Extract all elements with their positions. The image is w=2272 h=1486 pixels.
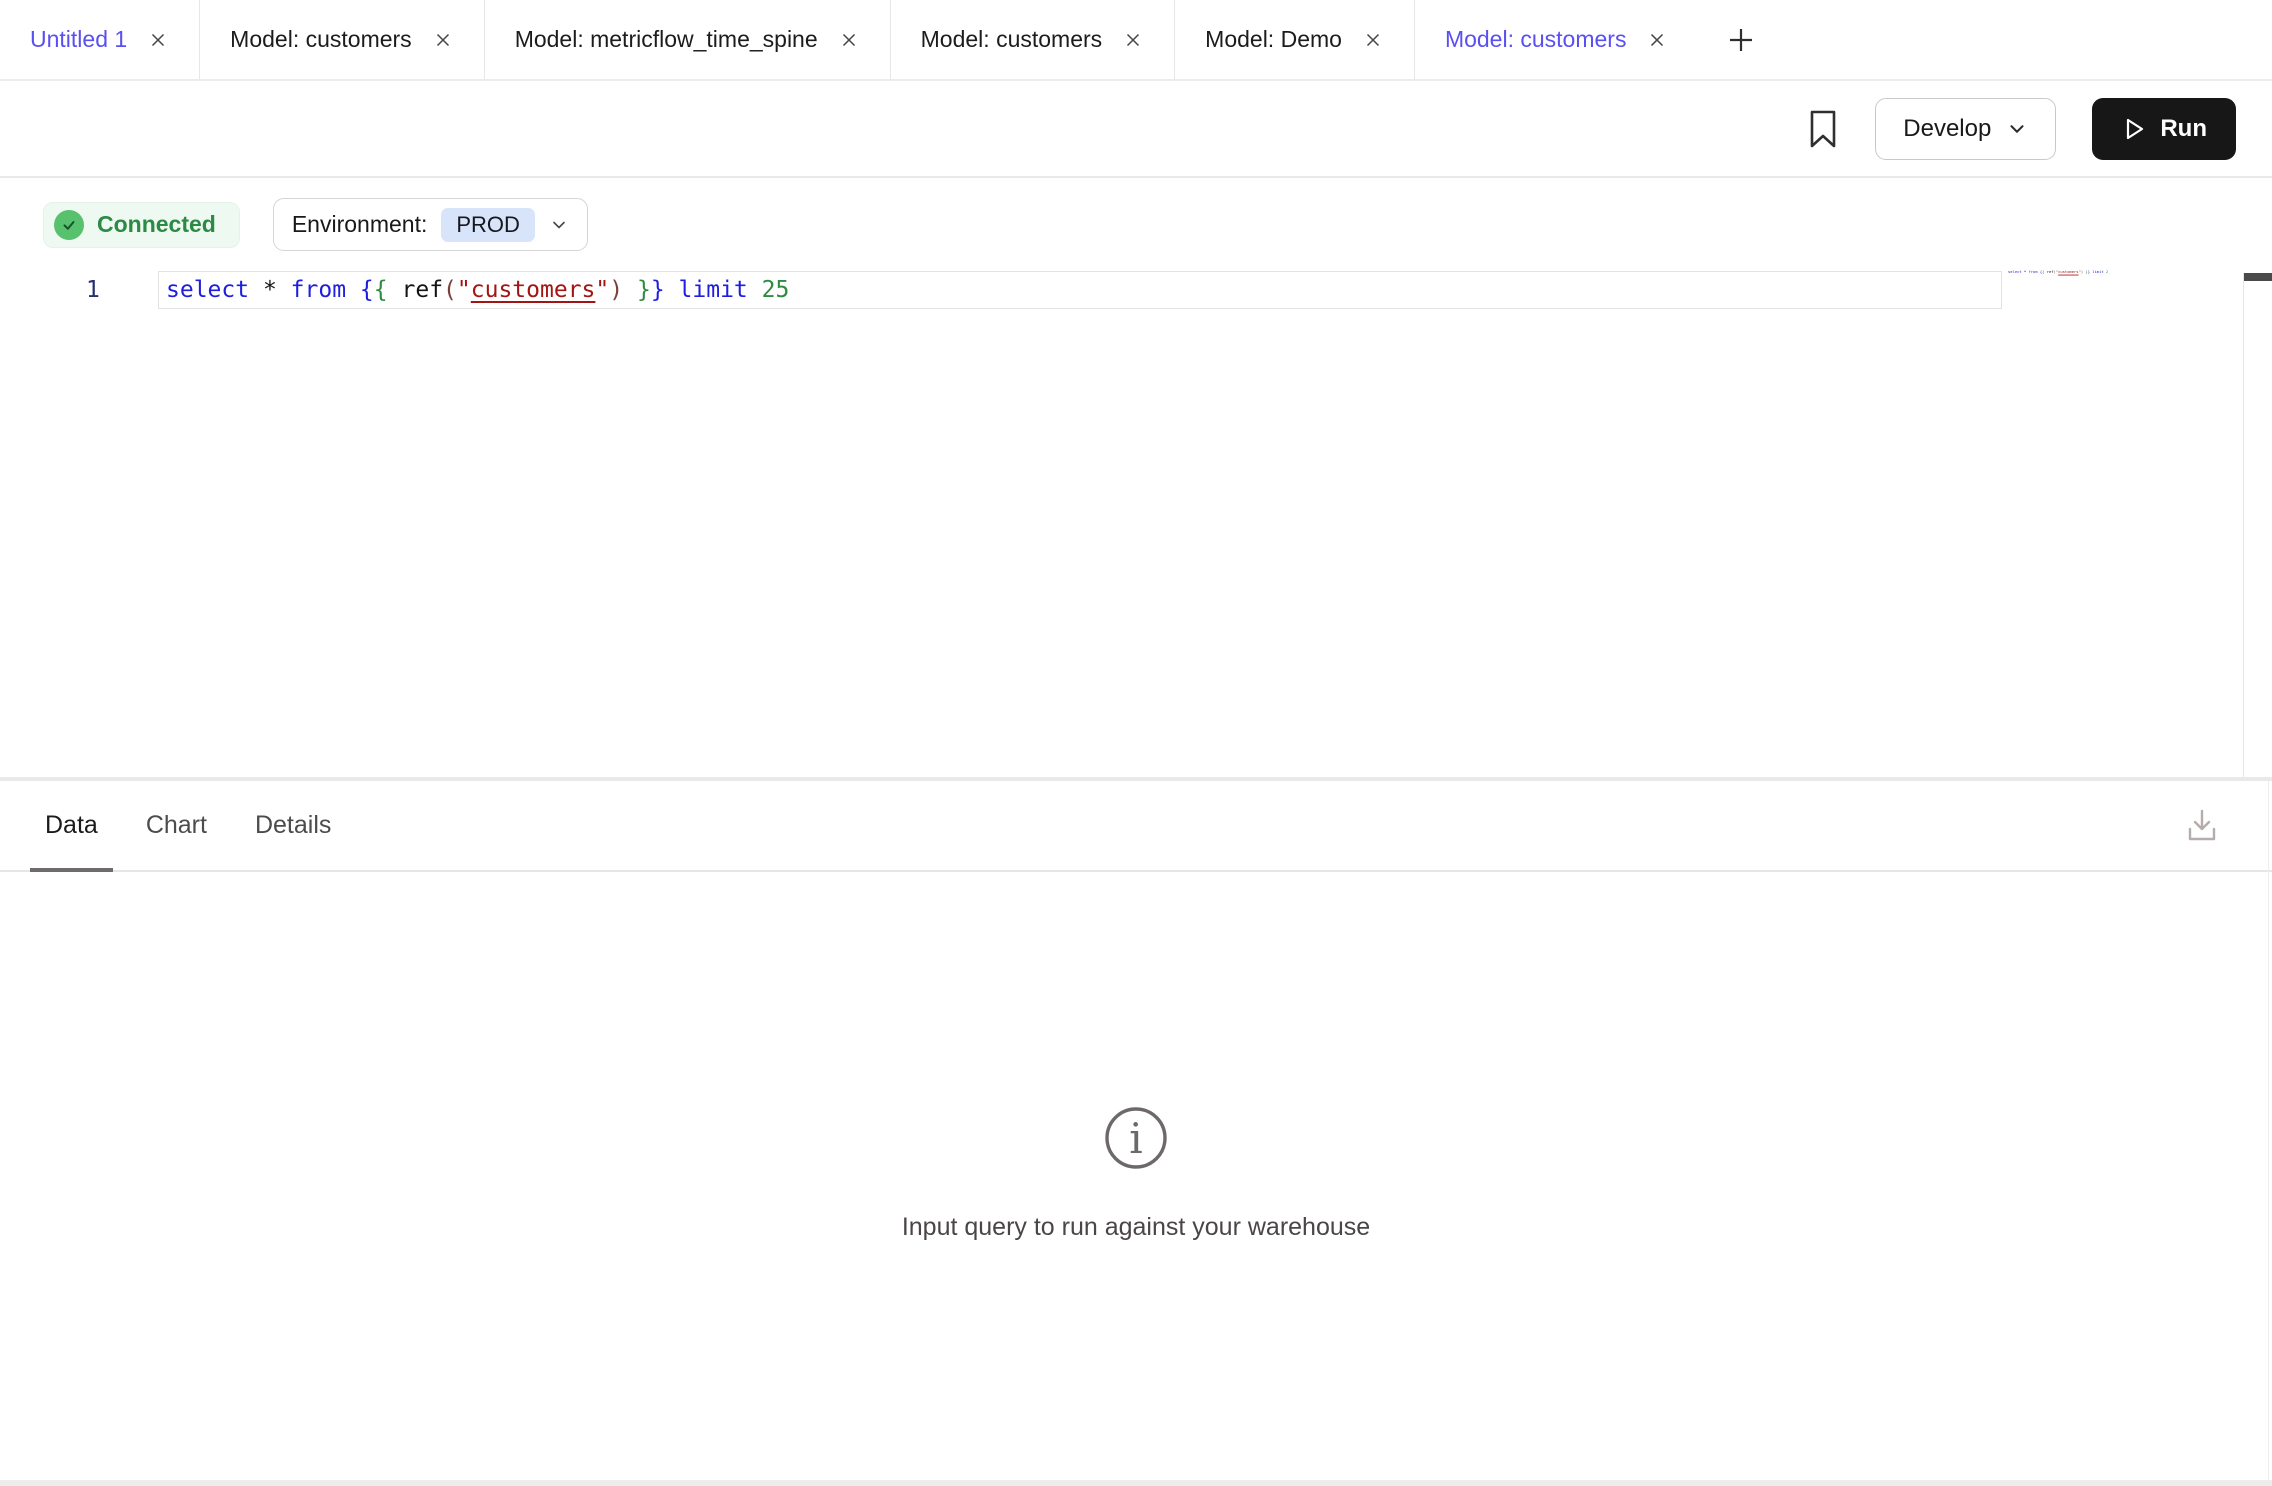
editor-tab[interactable]: Model: metricflow_time_spine: [484, 0, 890, 79]
results-tab-label: Data: [45, 811, 98, 840]
editor-tab[interactable]: Model: customers: [890, 0, 1175, 79]
app-window: Untitled 1 Model: customers Model: metri…: [0, 0, 2272, 1486]
code-text: select * from {{ ref("customers") }} lim…: [166, 277, 789, 303]
tab-label: Model: customers: [1445, 26, 1627, 53]
download-icon[interactable]: [2184, 807, 2220, 845]
close-icon[interactable]: [432, 29, 454, 51]
close-icon[interactable]: [1362, 29, 1384, 51]
tab-label: Untitled 1: [30, 26, 127, 53]
editor-tab[interactable]: Model: customers: [1414, 0, 1699, 79]
plus-icon: [1726, 25, 1756, 55]
results-tab-label: Chart: [146, 811, 207, 840]
connection-status-label: Connected: [97, 211, 216, 238]
close-icon[interactable]: [838, 29, 860, 51]
results-tab-label: Details: [255, 811, 331, 840]
new-tab-button[interactable]: [1698, 0, 1784, 79]
results-tab[interactable]: Chart: [131, 781, 222, 870]
tab-label: Model: customers: [921, 26, 1103, 53]
results-tab-bar: Data Chart Details: [0, 781, 2272, 872]
minimap: select * from {{ ref("customers") }} lim…: [2008, 264, 2108, 286]
tab-label: Model: metricflow_time_spine: [515, 26, 818, 53]
results-tab[interactable]: Data: [30, 781, 113, 870]
chevron-down-icon: [549, 215, 569, 235]
editor-scrollbar[interactable]: [2243, 273, 2272, 777]
tab-bar: Untitled 1 Model: customers Model: metri…: [0, 0, 2272, 81]
chevron-down-icon: [2006, 118, 2028, 140]
run-button-label: Run: [2160, 115, 2207, 143]
editor-tab[interactable]: Model: customers: [199, 0, 484, 79]
environment-value-badge: PROD: [441, 208, 535, 242]
close-icon[interactable]: [1122, 29, 1144, 51]
connection-status-badge: Connected: [43, 202, 240, 248]
results-empty-state: i Input query to run against your wareho…: [0, 872, 2272, 1242]
editor-tab[interactable]: Untitled 1: [0, 0, 199, 79]
code-line[interactable]: select * from {{ ref("customers") }} lim…: [158, 271, 2002, 309]
svg-text:i: i: [1129, 1114, 1142, 1163]
sql-editor: Connected Environment: PROD 1 select * f…: [0, 178, 2272, 777]
line-number: 1: [86, 271, 100, 309]
toolbar: Develop Run: [0, 81, 2272, 178]
develop-button[interactable]: Develop: [1875, 98, 2056, 160]
results-tab[interactable]: Details: [240, 781, 346, 870]
bookmark-icon[interactable]: [1807, 109, 1839, 149]
run-button[interactable]: Run: [2092, 98, 2236, 160]
results-panel: Data Chart Details i Input query to run …: [0, 781, 2272, 1486]
scrollbar-thumb[interactable]: [2244, 273, 2272, 281]
results-scrollbar-track: [2268, 781, 2269, 1480]
info-icon: i: [1103, 1105, 1169, 1171]
tab-label: Model: customers: [230, 26, 412, 53]
close-icon[interactable]: [147, 29, 169, 51]
environment-label: Environment:: [292, 211, 428, 238]
empty-state-message: Input query to run against your warehous…: [902, 1213, 1370, 1242]
check-icon: [54, 210, 84, 240]
editor-status-row: Connected Environment: PROD: [43, 198, 588, 251]
environment-selector[interactable]: Environment: PROD: [273, 198, 588, 251]
close-icon[interactable]: [1646, 29, 1668, 51]
develop-button-label: Develop: [1903, 115, 1991, 143]
play-icon: [2121, 116, 2147, 142]
bottom-scrollbar-track: [0, 1480, 2272, 1486]
editor-tab[interactable]: Model: Demo: [1174, 0, 1414, 79]
tab-label: Model: Demo: [1205, 26, 1342, 53]
